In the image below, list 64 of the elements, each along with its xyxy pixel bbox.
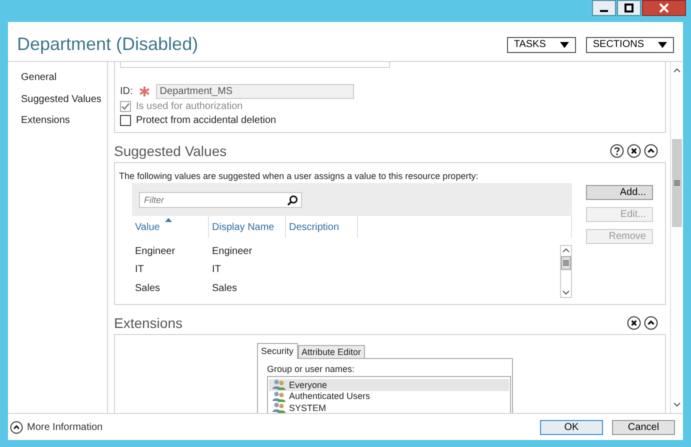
table-cell-text: IT [134,264,145,276]
checkbox-label: Is used for authorization [136,100,243,112]
dropdown-button[interactable]: SECTIONS [586,36,674,52]
id-field[interactable]: Department_MS [156,84,354,98]
maximize-icon [624,3,634,13]
scroll-up-icon[interactable] [672,66,682,74]
column-header[interactable]: Value [132,216,209,238]
dialog-button[interactable]: OK [540,420,603,434]
dropdown-button[interactable]: TASKS [506,36,576,52]
close-icon[interactable] [627,144,641,158]
table-cell-text: IT [211,264,222,276]
minimize-icon [600,10,608,12]
close-icon[interactable] [627,316,641,330]
tab[interactable]: Attribute Editor [298,345,366,358]
asterisk-icon [138,86,150,96]
collapse-icon[interactable] [644,144,658,158]
collapse-icon[interactable] [644,316,658,330]
section-title: Suggested Values [114,143,227,159]
grip-icon [563,260,569,266]
grip-icon [674,180,680,186]
checkbox[interactable] [120,114,131,126]
group-label: Group or user names: [267,364,356,374]
description-text: The following values are suggested when a user assigns a value to this resource property: [119,171,480,181]
caret-icon [560,42,569,48]
checkbox-label: Protect from accidental deletion [136,114,276,126]
section-title: Extensions [114,315,182,331]
minimize-button[interactable] [592,0,616,16]
scroll-down-icon[interactable] [672,401,682,409]
column-header[interactable]: Description [286,216,358,238]
table-cell-text: Sales [134,282,162,294]
scrollbar[interactable] [670,62,683,413]
scroll-up-icon[interactable] [561,246,571,254]
users-icon [272,379,286,390]
id-label: ID: [120,86,133,96]
search-icon [287,194,298,206]
user-list-item[interactable]: Authenticated Users [269,390,509,402]
scrollbar-thumb[interactable] [561,256,571,270]
filter-field[interactable]: Filter [139,192,302,208]
close-icon [659,3,669,13]
scrollbar[interactable] [560,245,572,298]
table-cell-text: Sales [211,282,238,294]
close-button[interactable] [642,0,686,16]
scrollbar-thumb[interactable] [672,139,682,227]
users-icon [272,402,286,413]
maximize-button[interactable] [617,0,641,16]
sort-arrow-icon [165,218,172,222]
action-button[interactable]: Add... [586,185,653,200]
user-list-item[interactable]: Everyone [269,379,509,390]
caret-icon [658,42,667,48]
tab[interactable]: Security [257,343,298,359]
column-header[interactable]: Display Name [209,216,286,238]
window-title: Department (Disabled) [17,33,198,55]
dialog-button[interactable]: Cancel [612,420,675,434]
sidebar-item[interactable]: General [21,67,107,88]
scroll-down-icon[interactable] [561,289,571,297]
users-icon [272,390,286,402]
user-list-item[interactable]: SYSTEM [269,402,509,413]
more-information-link[interactable]: More Information [8,420,103,434]
sidebar-item[interactable]: Suggested Values [21,88,107,110]
text-field[interactable] [120,62,390,68]
table-cell-text: Engineer [211,246,254,257]
help-icon[interactable] [610,144,624,158]
table-cell-text: Engineer [134,246,176,257]
sidebar-item[interactable]: Extensions [21,110,107,132]
